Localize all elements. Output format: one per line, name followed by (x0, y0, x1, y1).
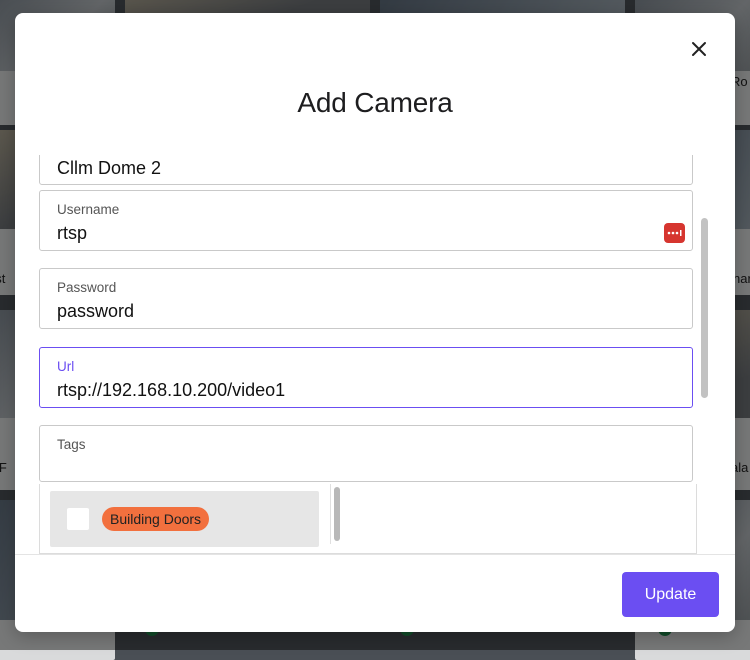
password-value: password (57, 301, 135, 321)
tag-chip: Building Doors (102, 507, 210, 531)
password-label: Password (57, 280, 117, 295)
camera-name-field[interactable]: Cllm Dome 2 (39, 155, 693, 185)
close-button[interactable] (689, 39, 709, 59)
close-icon (692, 42, 706, 56)
tags-list-scrollbar-thumb[interactable] (334, 487, 340, 541)
url-label: Url (57, 359, 75, 374)
username-value: rtsp (57, 223, 88, 243)
modal-title: Add Camera (297, 87, 453, 118)
password-manager-icon[interactable] (664, 223, 685, 243)
url-value: rtsp://192.168.10.200/video1 (57, 380, 286, 400)
tag-option[interactable]: Building Doors (50, 491, 319, 547)
url-field[interactable]: Url rtsp://192.168.10.200/video1 (39, 347, 693, 408)
tags-field[interactable]: Tags (39, 425, 693, 482)
camera-name-value: Cllm Dome 2 (57, 158, 162, 178)
tags-list-scrollbar[interactable] (330, 484, 343, 544)
tags-label: Tags (57, 437, 86, 452)
username-label: Username (57, 202, 120, 217)
tag-checkbox[interactable] (67, 508, 89, 530)
modal-scrollbar-thumb[interactable] (701, 218, 708, 398)
footer-divider (15, 554, 735, 555)
update-button[interactable]: Update (622, 572, 719, 617)
tags-dropdown[interactable]: Building Doors (39, 484, 697, 554)
password-field[interactable]: Password password (39, 268, 693, 329)
username-field[interactable]: Username rtsp (39, 190, 693, 251)
add-camera-modal: Add Camera Cllm Dome 2 Username rtsp Pas… (15, 13, 735, 632)
